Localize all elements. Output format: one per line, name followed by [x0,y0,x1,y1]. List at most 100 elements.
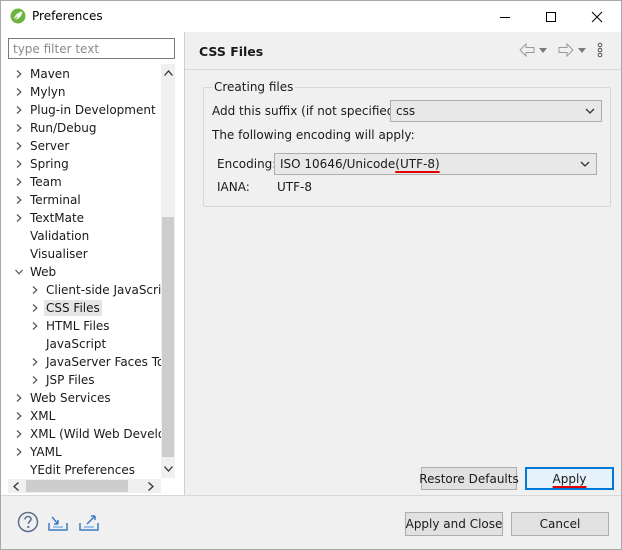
tree-item[interactable]: Visualiser [1,245,161,263]
tree-item[interactable]: JSP Files [1,371,161,389]
export-icon[interactable] [78,511,100,533]
apply-button[interactable]: Apply [525,467,614,490]
suffix-combo[interactable]: css [390,100,602,122]
forward-history-dropdown-icon[interactable] [578,48,586,53]
tree-item-label: Client-side JavaScript [46,283,161,297]
tree-item[interactable]: Web Services [1,389,161,407]
tree-item[interactable]: XML (Wild Web Developer) [1,425,161,443]
minimize-button[interactable] [482,1,528,32]
creating-files-group: Creating files Add this suffix (if not s… [203,80,611,207]
tree-item[interactable]: Team [1,173,161,191]
forward-arrow-icon[interactable] [558,43,574,57]
maximize-button[interactable] [528,1,574,32]
iana-label: IANA: [217,180,250,194]
import-icon[interactable] [47,511,69,533]
tree-item[interactable]: YEdit Preferences [1,461,161,478]
page-navigation [519,40,615,60]
chevron-right-icon[interactable] [14,393,24,403]
tree-item[interactable]: Plug-in Development [1,101,161,119]
chevron-right-icon[interactable] [30,303,40,313]
cancel-button[interactable]: Cancel [511,512,609,536]
chevron-right-icon[interactable] [14,141,24,151]
suffix-value: css [396,104,416,118]
chevron-right-icon[interactable] [30,357,40,367]
tree-item[interactable]: YAML [1,443,161,461]
close-button[interactable] [574,1,620,32]
scroll-right-arrow-icon[interactable] [144,479,158,493]
scroll-up-arrow-icon[interactable] [161,66,175,80]
chevron-right-icon[interactable] [14,87,24,97]
chevron-right-icon[interactable] [14,411,24,421]
chevron-right-icon[interactable] [14,123,24,133]
dialog-footer: Apply and Close Cancel [1,496,621,549]
tree-item-label: HTML Files [46,319,110,333]
minimize-icon [500,16,510,18]
tree-item-label: Team [30,175,62,189]
tree-item-label: Validation [30,229,90,243]
chevron-right-icon[interactable] [14,69,24,79]
tree-item[interactable]: HTML Files [1,317,161,335]
filter-input[interactable] [8,38,175,59]
tree-item-label: Plug-in Development [30,103,156,117]
tree-item-label: JavaServer Faces Tools [46,355,161,369]
tree-item-label: Web [30,265,57,279]
tree-item[interactable]: Validation [1,227,161,245]
spring-leaf-icon [10,8,26,24]
chevron-right-icon[interactable] [14,177,24,187]
chevron-right-icon[interactable] [30,375,40,385]
chevron-right-icon[interactable] [30,321,40,331]
title-bar: Preferences [1,1,621,32]
preference-tree: Maven Mylyn Plug-in Development Run/Debug Se… [1,64,161,478]
view-menu-icon[interactable] [597,42,603,58]
tree-item-label: JSP Files [46,373,95,387]
tree-item[interactable]: JavaScript [1,335,161,353]
chevron-down-icon[interactable] [14,267,24,277]
tree-item-label: Maven [30,67,70,81]
apply-button-label: Apply [552,471,587,486]
back-history-dropdown-icon[interactable] [539,48,547,53]
close-icon [591,11,603,22]
tree-item[interactable]: Server [1,137,161,155]
tree-item[interactable]: Run/Debug [1,119,161,137]
scroll-left-arrow-icon[interactable] [9,479,23,493]
apply-and-close-button[interactable]: Apply and Close [405,512,503,536]
tree-item[interactable]: CSS Files [1,299,161,317]
tree-horizontal-scrollbar[interactable] [8,479,161,493]
tree-item[interactable]: Mylyn [1,83,161,101]
help-icon[interactable] [17,511,39,533]
vertical-scroll-thumb[interactable] [162,217,174,457]
horizontal-scroll-thumb[interactable] [26,480,128,492]
tree-item[interactable]: Maven [1,65,161,83]
tree-item[interactable]: Web [1,263,161,281]
scroll-down-arrow-icon[interactable] [161,462,175,476]
tree-vertical-scrollbar[interactable] [161,64,175,478]
tree-item[interactable]: Spring [1,155,161,173]
encoding-label: Encoding: [217,157,277,171]
tree-item[interactable]: XML [1,407,161,425]
encoding-value-charset: (UTF-8) [395,157,440,171]
tree-item[interactable]: Client-side JavaScript [1,281,161,299]
tree-item-label: Visualiser [30,247,88,261]
encoding-combo[interactable]: ISO 10646/Unicode(UTF-8) [274,153,597,175]
tree-item[interactable]: JavaServer Faces Tools [1,353,161,371]
tree-item-label: Spring [30,157,69,171]
tree-item-label: TextMate [30,211,85,225]
chevron-right-icon[interactable] [14,429,24,439]
tree-item-label: Run/Debug [30,121,97,135]
chevron-right-icon[interactable] [14,105,24,115]
encoding-value-name: ISO 10646/Unicode [280,157,396,171]
chevron-right-icon[interactable] [14,195,24,205]
tree-item[interactable]: Terminal [1,191,161,209]
chevron-right-icon[interactable] [14,213,24,223]
tree-item-label: XML (Wild Web Developer) [30,427,161,441]
back-arrow-icon[interactable] [519,43,535,57]
tree-item-label: YAML [30,445,62,459]
restore-defaults-button[interactable]: Restore Defaults [419,467,519,490]
chevron-right-icon[interactable] [30,285,40,295]
group-title: Creating files [212,80,296,94]
chevron-right-icon[interactable] [14,159,24,169]
page-title: CSS Files [199,44,264,59]
suffix-label: Add this suffix (if not specified): [212,104,404,118]
tree-item[interactable]: TextMate [1,209,161,227]
chevron-right-icon[interactable] [14,447,24,457]
